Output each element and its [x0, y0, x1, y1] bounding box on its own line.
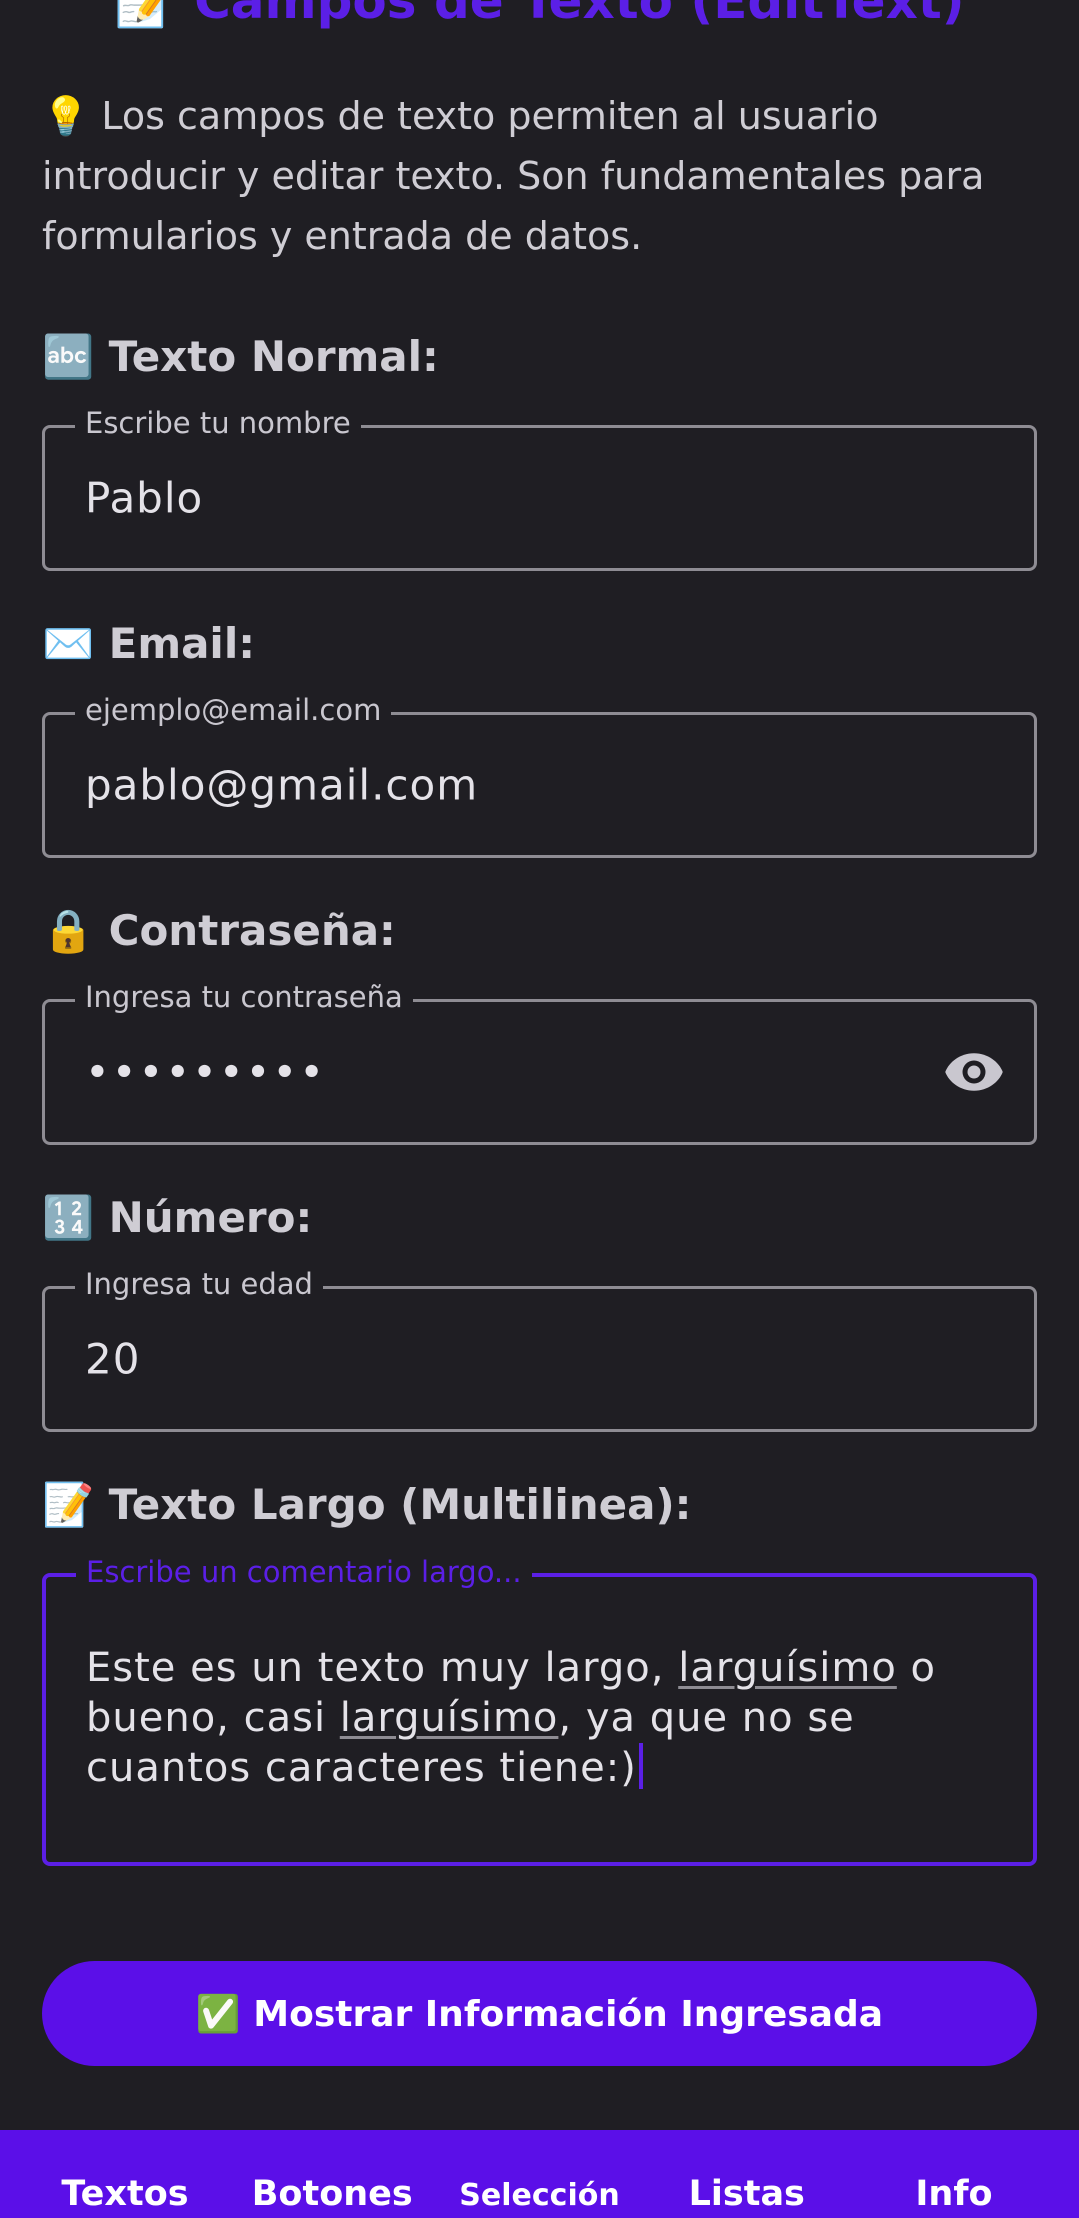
spellcheck-word[interactable]: larguísimo: [340, 1695, 559, 1741]
nav-item-seleccion[interactable]: Selección: [445, 2130, 635, 2218]
section-label-multiline-text: Texto Largo (Multilinea):: [108, 1480, 692, 1529]
eye-icon[interactable]: [944, 1052, 1004, 1092]
password-field-hint: Ingresa tu contraseña: [75, 980, 413, 1014]
nav-item-textos[interactable]: Textos: [30, 2130, 220, 2218]
section-label-email: ✉️ Email:: [42, 619, 255, 669]
nav-item-info[interactable]: Info: [859, 2130, 1049, 2218]
section-label-password-text: Contraseña:: [108, 906, 396, 955]
section-label-number-text: Número:: [108, 1193, 313, 1242]
bottom-navigation: Textos Botones Selección Listas Info: [0, 2130, 1079, 2218]
section-label-name: 🔤 Texto Normal:: [42, 332, 439, 382]
section-label-number: 🔢 Número:: [42, 1193, 312, 1243]
name-field-value[interactable]: Pablo: [85, 474, 203, 523]
memo-icon: 📝: [42, 1480, 95, 1529]
comment-field-hint: Escribe un comentario largo...: [76, 1555, 532, 1589]
age-field-hint: Ingresa tu edad: [75, 1267, 323, 1301]
password-field[interactable]: Ingresa tu contraseña •••••••••: [42, 980, 1037, 1145]
spellcheck-word[interactable]: larguísimo: [678, 1645, 897, 1691]
section-label-password: 🔒 Contraseña:: [42, 906, 396, 956]
email-field-hint: ejemplo@email.com: [75, 693, 392, 727]
name-field-hint: Escribe tu nombre: [75, 406, 361, 440]
comment-field-value[interactable]: Este es un texto muy largo, larguísimo o…: [86, 1643, 1006, 1793]
memo-icon: 📝: [114, 0, 177, 30]
section-label-email-text: Email:: [108, 619, 256, 668]
email-field[interactable]: ejemplo@email.com pablo@gmail.com: [42, 693, 1037, 858]
numbers-icon: 🔢: [42, 1193, 95, 1242]
comment-field[interactable]: Escribe un comentario largo... Este es u…: [42, 1555, 1037, 1866]
section-label-multiline: 📝 Texto Largo (Multilinea):: [42, 1480, 691, 1530]
description-text: 💡 Los campos de texto permiten al usuari…: [42, 94, 985, 258]
page-title-text: Campos de Texto (EditText): [194, 0, 965, 30]
nav-item-botones[interactable]: Botones: [237, 2130, 427, 2218]
page-title: 📝 Campos de Texto (EditText): [0, 0, 1079, 31]
text-cursor: [638, 1743, 643, 1789]
abc-icon: 🔤: [42, 332, 95, 381]
show-info-button[interactable]: ✅ Mostrar Información Ingresada: [42, 1961, 1037, 2066]
comment-text-part: Este es un texto muy largo,: [86, 1645, 679, 1691]
section-label-name-text: Texto Normal:: [108, 332, 439, 381]
nav-item-listas[interactable]: Listas: [652, 2130, 842, 2218]
email-field-value[interactable]: pablo@gmail.com: [85, 761, 478, 810]
age-field-value[interactable]: 20: [85, 1335, 140, 1384]
password-field-value[interactable]: •••••••••: [85, 1048, 326, 1097]
screen: 📝 Campos de Texto (EditText) 💡 Los campo…: [0, 0, 1079, 2218]
lock-icon: 🔒: [42, 906, 95, 955]
age-field[interactable]: Ingresa tu edad 20: [42, 1267, 1037, 1432]
name-field[interactable]: Escribe tu nombre Pablo: [42, 406, 1037, 571]
envelope-icon: ✉️: [42, 619, 95, 668]
